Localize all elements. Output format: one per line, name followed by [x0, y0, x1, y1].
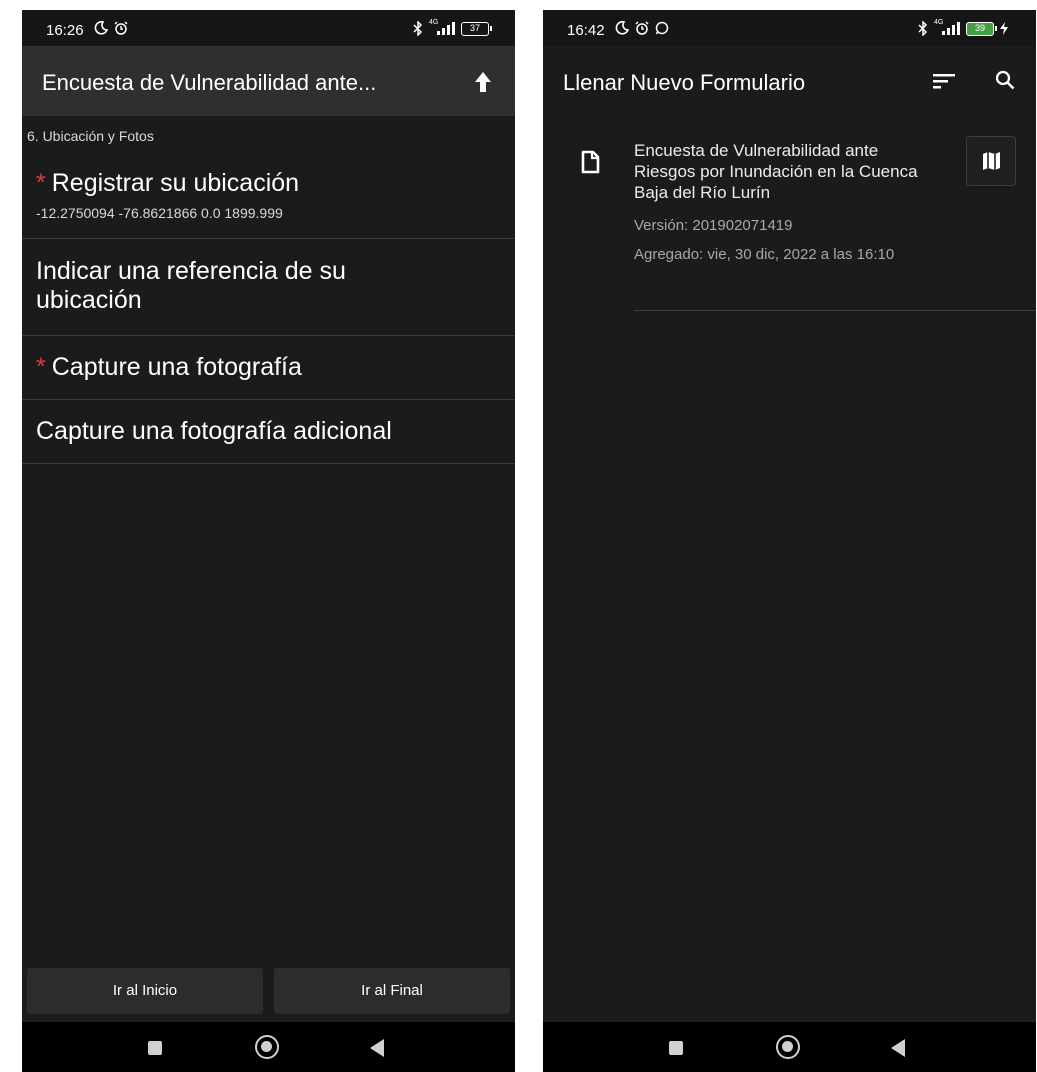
- status-bar: 16:26 4G 37: [22, 10, 515, 46]
- document-icon: [581, 150, 600, 174]
- go-to-start-button[interactable]: Ir al Inicio: [27, 968, 263, 1014]
- question-register-location[interactable]: * Registrar su ubicación -12.2750094 -76.…: [22, 160, 515, 239]
- page-title: Llenar Nuevo Formulario: [563, 70, 806, 95]
- status-time: 16:42: [567, 22, 605, 39]
- section-label: 6. Ubicación y Fotos: [27, 128, 154, 144]
- form-title: Encuesta de Vulnerabilidad ante Riesgos …: [634, 141, 918, 202]
- system-navigation-bar: [543, 1022, 1036, 1072]
- location-value: -12.2750094 -76.8621866 0.0 1899.999: [36, 205, 283, 221]
- required-marker: *: [36, 169, 46, 197]
- question-location-reference[interactable]: Indicar una referencia de su ubicación: [22, 239, 515, 336]
- sort-icon[interactable]: [933, 73, 955, 89]
- map-icon: [983, 152, 1000, 170]
- home-icon[interactable]: [776, 1035, 800, 1059]
- search-icon[interactable]: [995, 70, 1015, 90]
- recents-icon[interactable]: [148, 1041, 162, 1055]
- app-bar: Llenar Nuevo Formulario: [543, 46, 1036, 116]
- whatsapp-icon: [655, 21, 669, 35]
- alarm-icon: [635, 21, 649, 35]
- moon-icon: [94, 21, 108, 35]
- question-label: Capture una fotografía adicional: [36, 417, 392, 445]
- battery-icon: 39: [966, 21, 997, 36]
- required-marker: *: [36, 353, 46, 381]
- battery-icon: 37: [461, 21, 492, 36]
- upload-icon[interactable]: [474, 71, 492, 93]
- form-list-item[interactable]: Encuesta de Vulnerabilidad ante Riesgos …: [543, 116, 1036, 312]
- back-icon[interactable]: [891, 1039, 905, 1057]
- page-title: Encuesta de Vulnerabilidad ante...: [42, 70, 377, 95]
- alarm-icon: [114, 21, 128, 35]
- recents-icon[interactable]: [669, 1041, 683, 1055]
- go-to-end-button[interactable]: Ir al Final: [274, 968, 510, 1014]
- system-navigation-bar: [22, 1022, 515, 1072]
- question-label: Registrar su ubicación: [51, 169, 300, 197]
- signal-icon: 4G: [429, 19, 455, 36]
- moon-icon: [615, 21, 629, 35]
- phone-screen-form-entry: 16:26 4G 37 Encuesta de Vulnerabilidad a…: [22, 10, 515, 1072]
- status-time: 16:26: [46, 22, 84, 39]
- app-bar: Encuesta de Vulnerabilidad ante...: [22, 46, 515, 116]
- list-divider: [634, 310, 1036, 311]
- question-capture-additional-photo[interactable]: Capture una fotografía adicional: [22, 400, 515, 464]
- phone-screen-new-form: 16:42 4G 39 Llenar Nuevo Formulario Encu…: [543, 10, 1036, 1072]
- bluetooth-icon: [918, 21, 928, 36]
- question-label: Indicar una referencia de su ubicación: [36, 257, 346, 314]
- home-icon[interactable]: [255, 1035, 279, 1059]
- bluetooth-icon: [413, 21, 423, 36]
- question-capture-photo[interactable]: * Capture una fotografía: [22, 336, 515, 400]
- question-label: Capture una fotografía: [51, 353, 302, 381]
- status-bar: 16:42 4G 39: [543, 10, 1036, 46]
- form-version: Versión: 201902071419: [634, 217, 793, 234]
- map-button[interactable]: [966, 136, 1016, 186]
- signal-icon: 4G: [934, 19, 960, 36]
- back-icon[interactable]: [370, 1039, 384, 1057]
- form-added-date: Agregado: vie, 30 dic, 2022 a las 16:10: [634, 246, 895, 263]
- charging-icon: [1000, 22, 1008, 35]
